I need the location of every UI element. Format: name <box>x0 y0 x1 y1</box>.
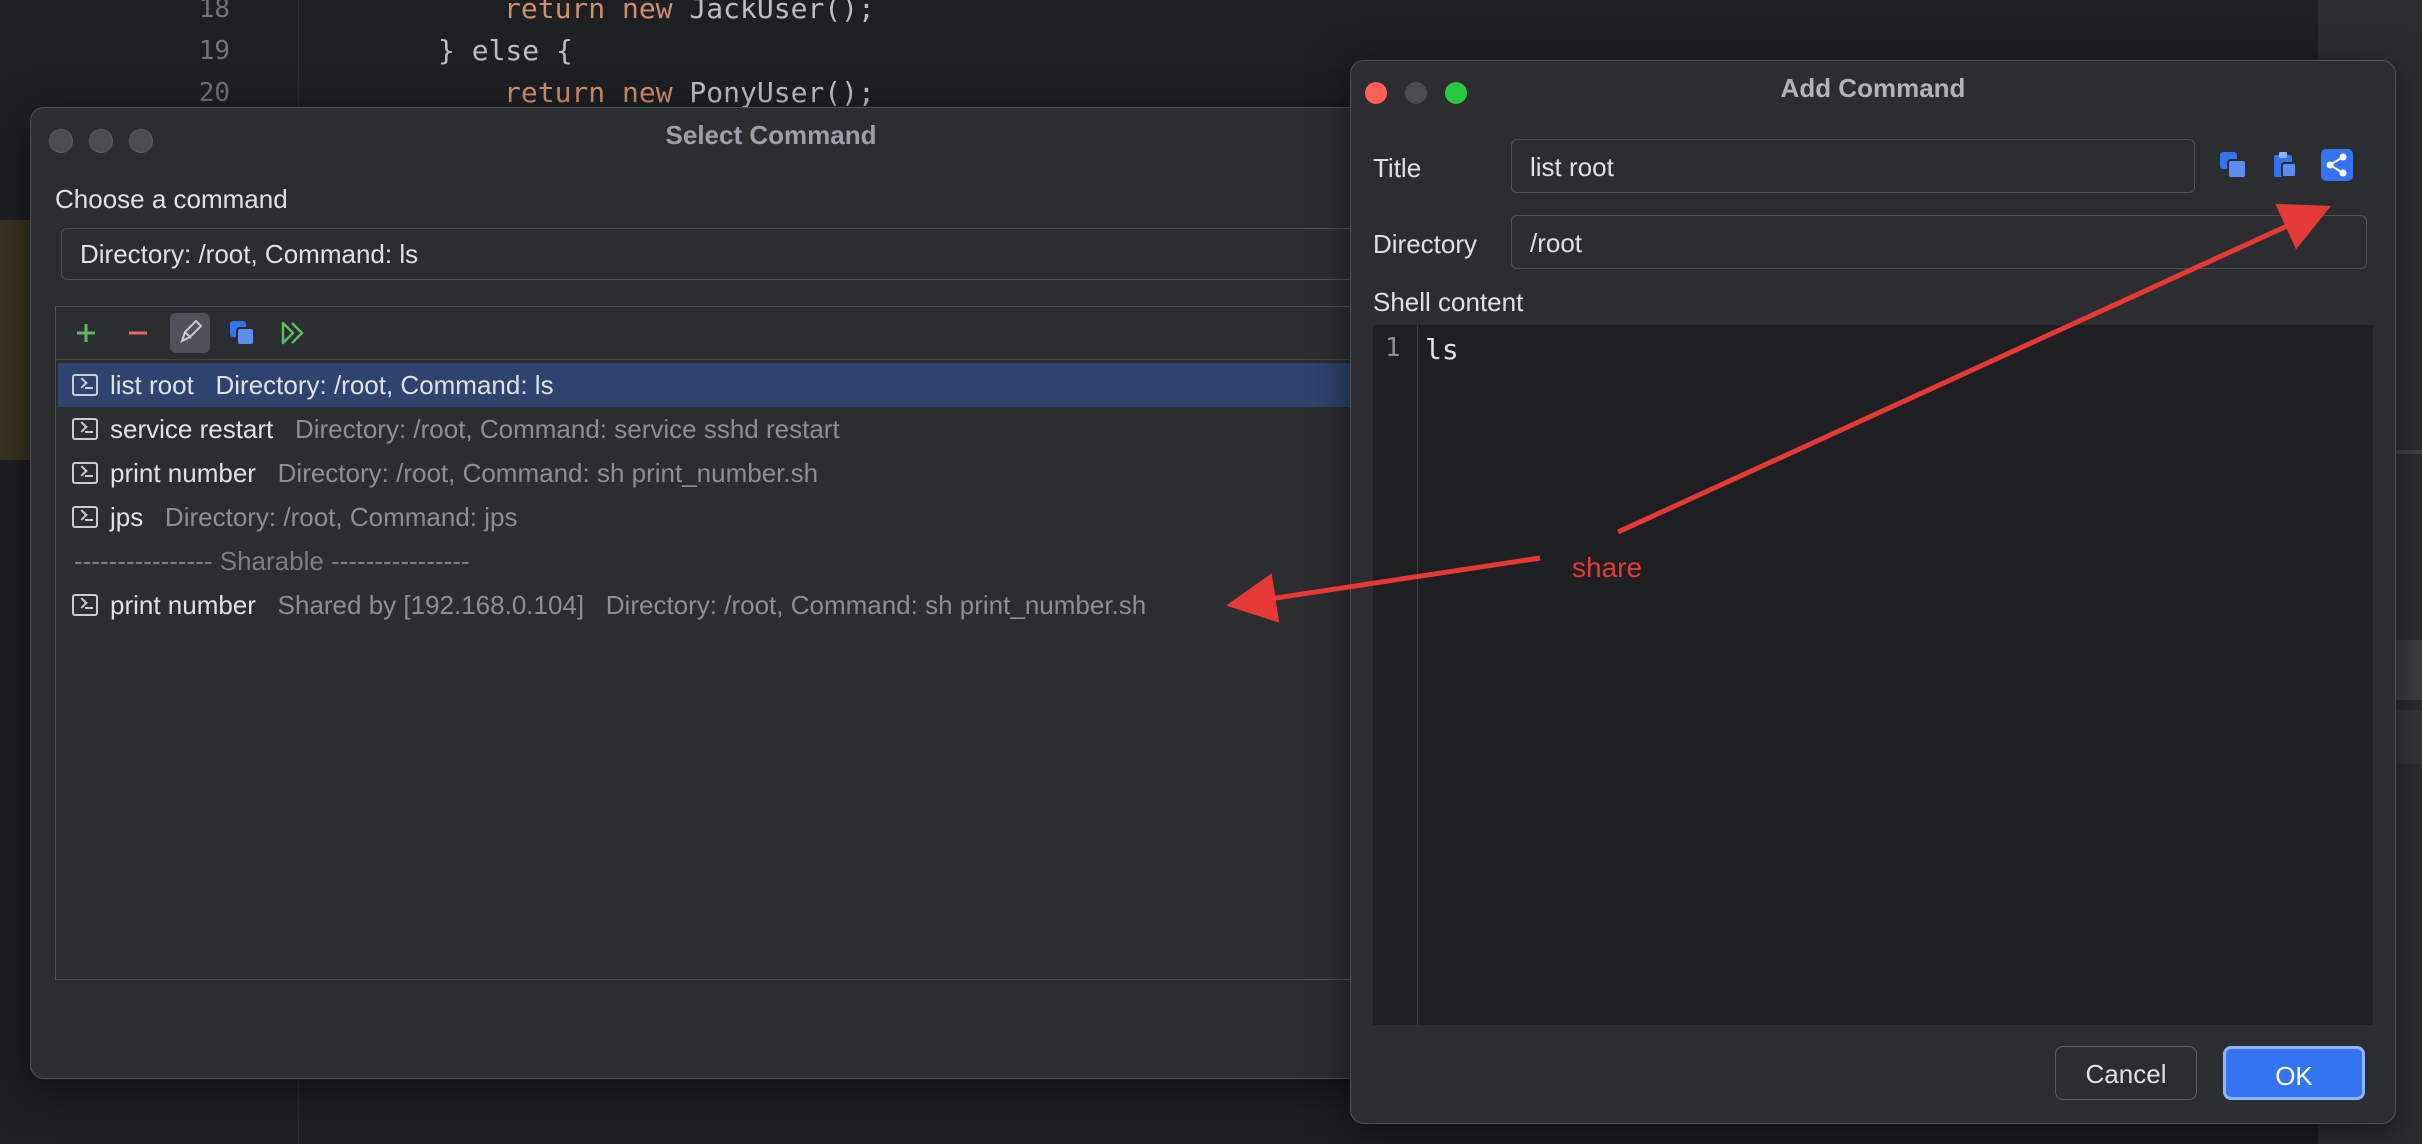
paste-icon[interactable] <box>2265 145 2305 185</box>
choose-command-label: Choose a command <box>55 184 288 214</box>
run-icon[interactable] <box>274 313 314 353</box>
title-label: Title <box>1373 153 1422 183</box>
directory-input[interactable]: /root <box>1511 215 2367 269</box>
sharable-separator: ---------------- Sharable --------------… <box>74 546 470 576</box>
shared-list-item[interactable]: print number Shared by [192.168.0.104] D… <box>58 583 1474 627</box>
share-annotation-label: share <box>1572 552 1643 583</box>
shell-line-number: 1 <box>1385 333 1401 363</box>
code-line: return new PonyUser(); <box>504 76 875 109</box>
title-input[interactable]: list root <box>1511 139 2195 193</box>
shell-content-label: Shell content <box>1373 287 1524 317</box>
shell-code[interactable]: ls <box>1425 333 1459 366</box>
shell-gutter: 1 <box>1373 325 1418 1025</box>
copy-icon[interactable] <box>2213 145 2253 185</box>
ok-button[interactable]: OK <box>2223 1046 2365 1100</box>
terminal-icon <box>72 418 98 440</box>
list-item[interactable]: list root Directory: /root, Command: ls <box>58 363 1474 407</box>
dialog-title: Select Command <box>665 120 877 150</box>
list-toolbar <box>56 307 1476 360</box>
command-list-panel: list root Directory: /root, Command: ls … <box>55 306 1477 980</box>
pencil-icon[interactable] <box>170 313 210 353</box>
code-line: return new JackUser(); <box>504 0 875 25</box>
add-command-dialog: Add Command Title list root Directory /r… <box>1350 60 2396 1124</box>
code-line: } else { <box>438 34 573 67</box>
line-number: 18 <box>198 0 230 24</box>
minus-icon[interactable] <box>118 313 158 353</box>
plus-icon[interactable] <box>66 313 106 353</box>
dialog-title: Add Command <box>1780 73 1966 103</box>
share-icon[interactable] <box>2317 145 2357 185</box>
cancel-button[interactable]: Cancel <box>2055 1046 2197 1100</box>
terminal-icon <box>72 462 98 484</box>
terminal-icon <box>72 594 98 616</box>
command-combo-box[interactable]: Directory: /root, Command: ls <box>61 228 1481 280</box>
ide-left-panel-strip <box>0 220 32 460</box>
list-item[interactable]: service restart Directory: /root, Comman… <box>58 407 1474 451</box>
copy-icon[interactable] <box>222 313 262 353</box>
line-number: 20 <box>198 78 230 108</box>
shell-content-editor[interactable]: 1 ls <box>1373 325 2373 1025</box>
directory-label: Directory <box>1373 229 1478 259</box>
list-item[interactable]: print number Directory: /root, Command: … <box>58 451 1474 495</box>
select-command-dialog: Select Command Choose a command Director… <box>30 107 1512 1079</box>
line-number: 19 <box>198 36 230 66</box>
list-item[interactable]: jps Directory: /root, Command: jps <box>58 495 1474 539</box>
terminal-icon <box>72 506 98 528</box>
terminal-icon <box>72 374 98 396</box>
